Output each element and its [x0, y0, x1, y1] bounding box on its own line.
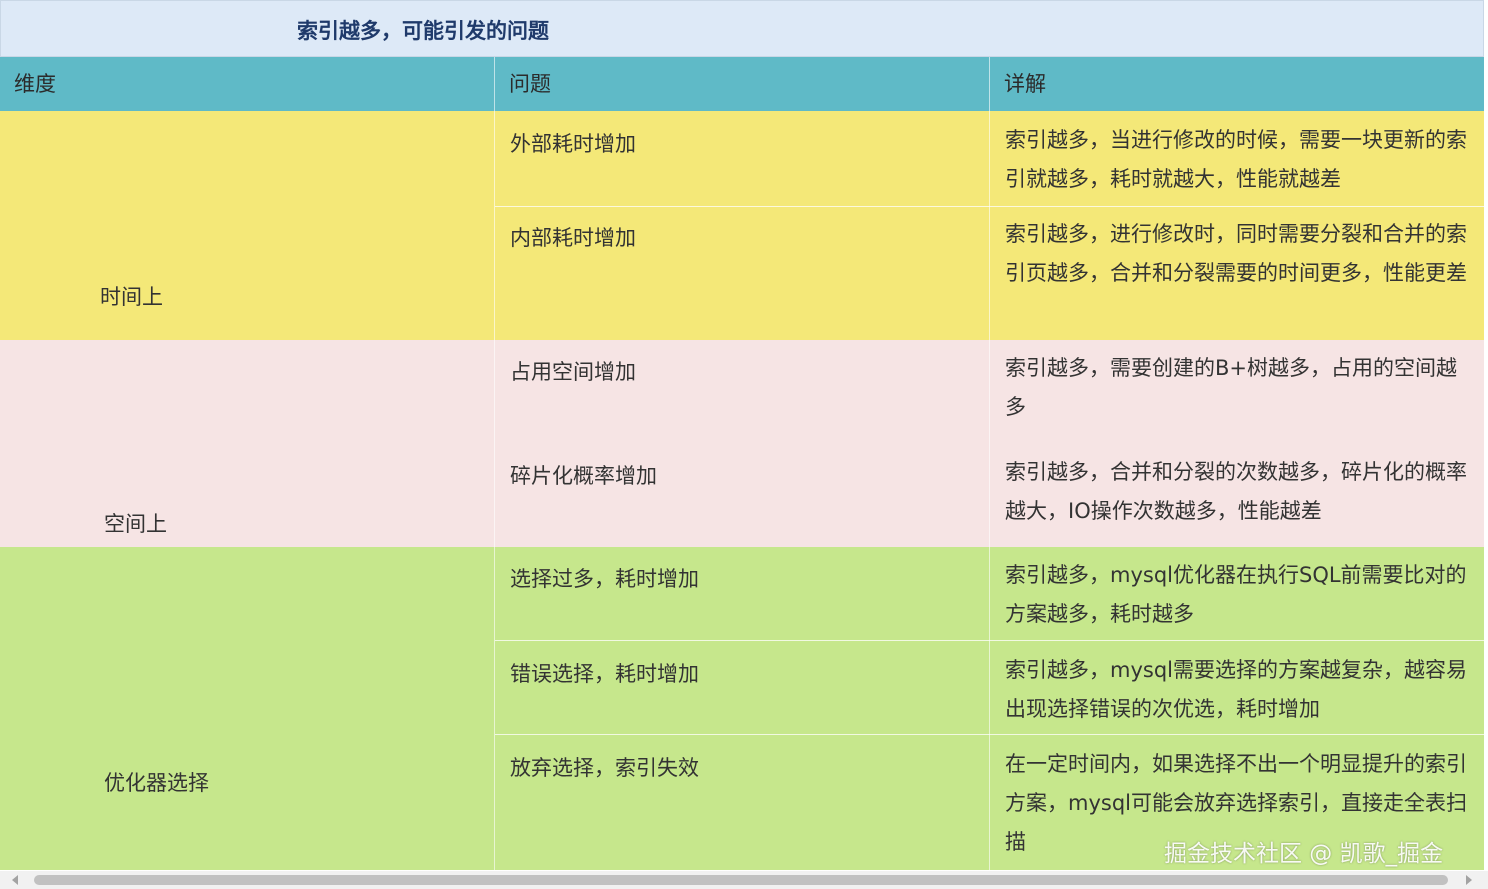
issues-table: 索引越多，可能引发的问题 维度 问题 详解 时间上 空间上 优化器选择 外部耗时…: [0, 0, 1486, 870]
detail-cell: 索引越多，当进行修改的时候，需要一块更新的索引就越多，耗时就越大，性能就越差: [1005, 128, 1467, 191]
problem-cell: 放弃选择，索引失效: [510, 756, 699, 780]
detail-cell: 索引越多，进行修改时，同时需要分裂和合并的索引页越多，合并和分裂需要的时间更多，…: [1005, 222, 1467, 285]
header-dimension: 维度: [14, 72, 56, 96]
table-title-bar: 索引越多，可能引发的问题: [0, 0, 1484, 57]
scrollbar-thumb[interactable]: [34, 875, 1448, 885]
header-problem: 问题: [509, 72, 551, 96]
watermark: 掘金技术社区 @ 凯歌_掘金: [1164, 841, 1444, 867]
problem-cell: 错误选择，耗时增加: [510, 662, 699, 686]
column-divider: [494, 57, 495, 870]
scroll-right-icon[interactable]: [1466, 875, 1472, 885]
dimension-space: 空间上: [104, 512, 167, 536]
table-title: 索引越多，可能引发的问题: [297, 19, 549, 43]
header-detail: 详解: [1004, 72, 1046, 96]
row-divider: [495, 640, 1484, 641]
problem-cell: 占用空间增加: [510, 360, 636, 384]
detail-cell: 索引越多，合并和分裂的次数越多，碎片化的概率越大，IO操作次数越多，性能越差: [1005, 460, 1467, 523]
problem-cell: 外部耗时增加: [510, 132, 636, 156]
column-divider: [989, 57, 990, 870]
row-divider: [495, 734, 1484, 735]
problem-cell: 内部耗时增加: [510, 226, 636, 250]
dimension-optimizer: 优化器选择: [104, 771, 209, 795]
detail-cell: 索引越多，需要创建的B+树越多，占用的空间越多: [1005, 356, 1458, 419]
dimension-time: 时间上: [100, 285, 163, 309]
row-divider: [495, 206, 1484, 207]
detail-cell: 索引越多，mysql需要选择的方案越复杂，越容易出现选择错误的次优选，耗时增加: [1005, 658, 1467, 721]
table-header-row: 维度 问题 详解: [0, 57, 1484, 111]
scroll-left-icon[interactable]: [12, 875, 18, 885]
detail-cell: 索引越多，mysql优化器在执行SQL前需要比对的方案越多，耗时越多: [1005, 563, 1467, 626]
problem-cell: 选择过多，耗时增加: [510, 567, 699, 591]
problem-cell: 碎片化概率增加: [510, 464, 657, 488]
